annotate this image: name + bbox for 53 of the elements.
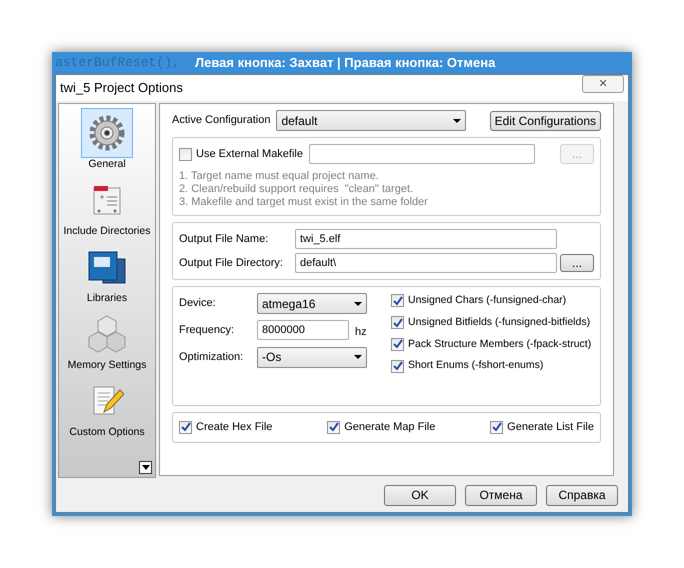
window-title: twi_5 Project Options	[60, 79, 183, 98]
checkbox-label: Create Hex File	[196, 420, 272, 435]
sidebar-item[interactable]: Include Directories	[62, 175, 152, 238]
book-icon	[87, 249, 127, 285]
cubes-icon	[87, 314, 127, 354]
field-label: Output File Name:	[179, 232, 270, 247]
note-text: 3. Makefile and target must exist in the same folder	[179, 196, 429, 209]
dropdown[interactable]: atmega16	[257, 293, 367, 314]
checkbox[interactable]	[179, 148, 192, 160]
sidebar-item[interactable]: Memory Settings	[62, 309, 152, 372]
input-field[interactable]: twi_5.elf	[295, 229, 557, 249]
dropdown[interactable]: default	[276, 110, 466, 131]
checkbox-label: Pack Structure Members (-fpack-struct)	[408, 336, 592, 352]
checkbox[interactable]	[490, 420, 504, 434]
dropdown[interactable]: -Os	[257, 346, 367, 368]
edit-configurations-button[interactable]: Edit Configurations	[490, 110, 601, 130]
checkbox[interactable]	[327, 420, 340, 434]
scroll-down-icon[interactable]	[139, 461, 152, 474]
input-field[interactable]: default\	[295, 253, 557, 273]
checkbox-label: Unsigned Bitfields (-funsigned-bitfields)	[408, 314, 590, 330]
field-label: Optimization:	[179, 350, 244, 365]
capture-hint: Левая кнопка: Захват | Правая кнопка: Отмена	[195, 54, 496, 72]
field-label: Device:	[179, 296, 217, 312]
unit-label: hz	[355, 325, 367, 340]
caret-icon	[354, 355, 362, 359]
checkbox[interactable]	[391, 294, 404, 308]
checkbox[interactable]	[179, 420, 192, 434]
sidebar-item[interactable]: Custom Options	[62, 376, 152, 439]
sidebar-item[interactable]: Libraries	[62, 242, 152, 305]
checkbox-label: Short Enums (-fshort-enums)	[408, 358, 544, 374]
checkbox[interactable]	[391, 338, 404, 351]
browse-button[interactable]: ...	[560, 254, 594, 272]
input-field[interactable]: 8000000	[257, 320, 349, 340]
checkbox-label: Generate List File	[507, 420, 594, 435]
input-field[interactable]	[309, 144, 535, 164]
sidebar-item[interactable]: General	[62, 108, 152, 171]
gear-icon	[87, 113, 127, 153]
field-label: Active Configuration	[172, 113, 270, 128]
field-label: Frequency:	[179, 323, 236, 338]
caret-icon	[354, 302, 362, 306]
checkbox[interactable]	[391, 316, 404, 330]
dialog-button[interactable]: OK	[384, 484, 456, 506]
field-label: Output File Directory:	[179, 256, 284, 271]
note-text: 1. Target name must equal project name.	[179, 170, 380, 183]
checkbox-label: Generate Map File	[344, 420, 436, 435]
checkbox-label: Use External Makefile	[196, 146, 303, 162]
checkbox-label: Unsigned Chars (-funsigned-char)	[408, 293, 566, 308]
dialog-button[interactable]: Отмена	[465, 484, 537, 506]
note-text: 2. Clean/rebuild support requires "clean" target.	[179, 183, 414, 196]
close-button[interactable]: ✕	[582, 75, 624, 93]
caret-icon	[453, 118, 462, 122]
dialog-button[interactable]: Справка	[546, 484, 618, 506]
checkbox[interactable]	[391, 360, 404, 373]
